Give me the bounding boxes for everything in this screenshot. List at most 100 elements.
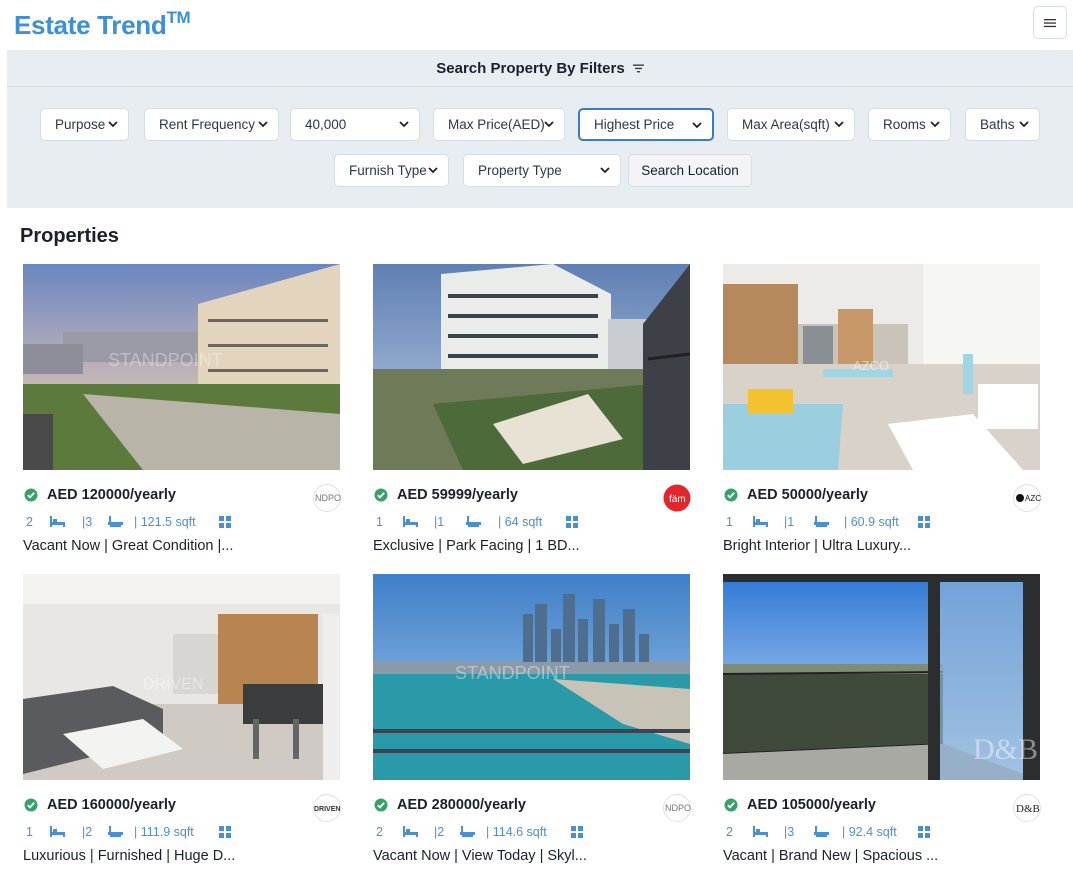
agency-logo[interactable]: DRIVEN	[313, 794, 341, 822]
property-photo[interactable]	[373, 264, 690, 470]
baths-count: |1	[784, 515, 795, 529]
grid-icon	[918, 826, 930, 838]
chevron-down-icon	[399, 121, 409, 128]
grid-icon	[219, 826, 231, 838]
menu-button[interactable]	[1033, 6, 1067, 39]
chevron-down-icon	[600, 167, 610, 174]
bed-icon	[50, 826, 65, 837]
property-photo[interactable]: D&B	[723, 574, 1040, 780]
app-logo[interactable]: Estate TrendTM	[14, 8, 191, 41]
property-card[interactable]: STANDPOINT AED 120000/yearly NDPO 2 |3 |…	[23, 264, 341, 564]
baths-count: |1	[434, 515, 445, 529]
bed-icon	[403, 826, 418, 837]
furnish-type-select[interactable]: Furnish Type	[334, 154, 449, 187]
photo-watermark: D&B	[973, 733, 1038, 766]
bed-icon	[403, 516, 418, 527]
bath-icon	[108, 826, 123, 837]
property-card[interactable]: AED 59999/yearly fäm 1 |1 | 64 sqft Excl…	[373, 264, 691, 564]
verified-check-icon	[374, 798, 388, 812]
price-row: AED 120000/yearly NDPO	[23, 484, 341, 512]
agency-logo[interactable]: NDPO	[313, 484, 341, 512]
property-price: AED 160000/yearly	[47, 797, 176, 813]
property-photo[interactable]: STANDPOINT	[23, 264, 340, 470]
baths-count: |3	[82, 515, 93, 529]
sort-select[interactable]: Highest Price	[578, 108, 714, 141]
property-card[interactable]: D&B AED 105000/yearly D&B 2 |3 | 92.4 sq…	[723, 574, 1041, 874]
rooms-count: 2	[726, 825, 733, 839]
verified-check-icon	[24, 798, 38, 812]
verified-check-icon	[374, 488, 388, 502]
rooms-select[interactable]: Rooms	[868, 108, 951, 141]
property-photo[interactable]: AZCO	[723, 264, 1040, 470]
chevron-down-icon	[692, 122, 702, 129]
grid-icon	[566, 516, 578, 528]
purpose-select[interactable]: Purpose	[40, 108, 129, 141]
search-location-button[interactable]: Search Location	[628, 154, 752, 187]
property-card[interactable]: STANDPOINT AED 280000/yearly NDPO 2 |2 |…	[373, 574, 691, 874]
price-row: AED 280000/yearly NDPO	[373, 794, 691, 822]
area: | 60.9 sqft	[844, 515, 899, 529]
svg-text:fäm: fäm	[669, 494, 686, 505]
filter-panel-header[interactable]: Search Property By Filters	[7, 50, 1073, 87]
property-title[interactable]: Vacant Now | Great Condition |...	[23, 538, 233, 554]
baths-count: |3	[784, 825, 795, 839]
navbar: Estate TrendTM	[0, 0, 1073, 50]
svg-text:D&B: D&B	[1016, 803, 1040, 815]
rent-frequency-select[interactable]: Rent Frequency	[144, 108, 279, 141]
chevron-down-icon	[428, 167, 438, 174]
property-title[interactable]: Vacant Now | View Today | Skyl...	[373, 848, 587, 864]
baths-select[interactable]: Baths	[965, 108, 1040, 141]
property-title[interactable]: Exclusive | Park Facing | 1 BD...	[373, 538, 580, 554]
property-title[interactable]: Luxurious | Furnished | Huge D...	[23, 848, 235, 864]
price-row: AED 105000/yearly D&B	[723, 794, 1041, 822]
property-meta: 1 |1 | 60.9 sqft	[726, 514, 1044, 532]
max-price-select[interactable]: Max Price(AED)	[433, 108, 565, 141]
chevron-down-icon	[834, 121, 844, 128]
min-price-select[interactable]: 40,000	[290, 108, 420, 141]
baths-count: |2	[434, 825, 445, 839]
property-meta: 1 |2 | 111.9 sqft	[26, 824, 344, 842]
rooms-count: 2	[26, 515, 33, 529]
bath-icon	[108, 516, 123, 527]
property-title[interactable]: Bright Interior | Ultra Luxury...	[723, 538, 911, 554]
verified-check-icon	[724, 798, 738, 812]
chevron-down-icon	[258, 121, 268, 128]
property-card[interactable]: DRIVEN AED 160000/yearly DRIVEN 1 |2 | 1…	[23, 574, 341, 874]
svg-text:NDPO: NDPO	[665, 803, 691, 813]
bed-icon	[50, 516, 65, 527]
rooms-count: 1	[726, 515, 733, 529]
bath-icon	[814, 516, 829, 527]
property-meta: 2 |3 | 92.4 sqft	[726, 824, 1044, 842]
agency-logo[interactable]: NDPO	[663, 794, 691, 822]
filter-heading: Search Property By Filters	[436, 59, 625, 77]
baths-count: |2	[82, 825, 93, 839]
svg-text:AZC: AZC	[1025, 494, 1041, 503]
max-area-select[interactable]: Max Area(sqft)	[727, 108, 855, 141]
property-price: AED 50000/yearly	[747, 487, 868, 503]
property-title[interactable]: Vacant | Brand New | Spacious ...	[723, 848, 938, 864]
bed-icon	[753, 826, 768, 837]
bath-icon	[466, 516, 481, 527]
filter-panel: Search Property By Filters Purpose Rent …	[7, 50, 1073, 208]
grid-icon	[918, 516, 930, 528]
agency-logo[interactable]: AZC	[1013, 484, 1041, 512]
agency-logo[interactable]: D&B	[1013, 794, 1041, 822]
property-type-select[interactable]: Property Type	[463, 154, 621, 187]
price-row: AED 50000/yearly AZC	[723, 484, 1041, 512]
chevron-down-icon	[108, 121, 118, 128]
rooms-count: 1	[26, 825, 33, 839]
bed-icon	[753, 516, 768, 527]
property-meta: 2 |2 | 114.6 sqft	[376, 824, 694, 842]
agency-logo[interactable]: fäm	[663, 484, 691, 512]
property-card[interactable]: AZCO AED 50000/yearly AZC 1 |1 | 60.9 sq…	[723, 264, 1041, 564]
grid-icon	[571, 826, 583, 838]
svg-text:DRIVEN: DRIVEN	[314, 806, 340, 813]
property-meta: 1 |1 | 64 sqft	[376, 514, 694, 532]
photo-watermark: STANDPOINT	[455, 663, 570, 683]
photo-watermark: AZCO	[853, 358, 889, 373]
property-price: AED 105000/yearly	[747, 797, 876, 813]
property-photo[interactable]: STANDPOINT	[373, 574, 690, 780]
price-row: AED 160000/yearly DRIVEN	[23, 794, 341, 822]
property-photo[interactable]: DRIVEN	[23, 574, 340, 780]
chevron-down-icon	[930, 121, 940, 128]
